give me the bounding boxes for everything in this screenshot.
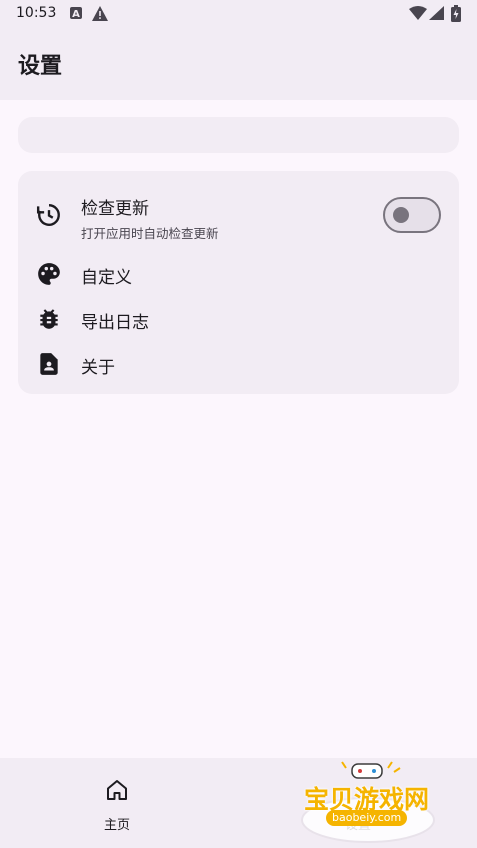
nav-home-label: 主页: [103, 818, 130, 833]
setting-check-update-subtitle: 打开应用时自动检查更新: [81, 226, 219, 241]
blank-card: [18, 117, 459, 153]
a-icon: A: [70, 7, 82, 19]
settings-list-card: 检查更新 打开应用时自动检查更新 自定义 导出日志 关于: [18, 171, 459, 394]
palette-icon: [38, 263, 60, 285]
svg-text:A: A: [72, 9, 80, 19]
setting-check-update-title: 检查更新: [81, 199, 149, 219]
contact-page-icon: [40, 353, 58, 375]
top-app-bar: 10:53 A 设置: [0, 0, 477, 100]
status-bar: 10:53 A: [0, 0, 477, 28]
bug-icon: [40, 309, 58, 329]
signal-icon: [429, 6, 444, 20]
wifi-icon: [409, 6, 427, 20]
setting-export-logs-title: 导出日志: [81, 313, 149, 333]
setting-check-update[interactable]: 检查更新 打开应用时自动检查更新: [18, 171, 459, 251]
update-history-icon: [36, 204, 60, 226]
status-time: 10:53: [16, 5, 57, 21]
battery-icon: [451, 5, 461, 22]
setting-customize[interactable]: 自定义: [18, 251, 459, 296]
home-icon: [107, 780, 127, 800]
toggle-knob: [393, 207, 409, 223]
page-title: 设置: [18, 54, 63, 79]
setting-customize-title: 自定义: [81, 268, 132, 288]
watermark-url: baobeiy.com: [326, 810, 408, 826]
auto-update-toggle[interactable]: [383, 197, 441, 233]
warning-icon: [92, 6, 108, 21]
setting-about[interactable]: 关于: [18, 341, 459, 386]
setting-about-title: 关于: [81, 358, 115, 378]
watermark-overlay: 宝贝游戏网 baobeiy.com: [296, 758, 456, 844]
setting-export-logs[interactable]: 导出日志: [18, 296, 459, 341]
